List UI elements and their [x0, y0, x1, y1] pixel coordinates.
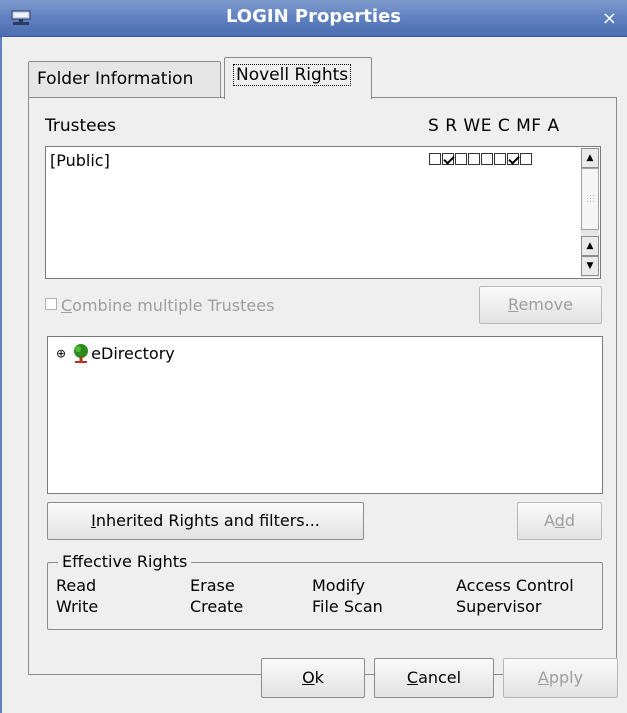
- scroll-down-icon[interactable]: ▼: [581, 256, 599, 276]
- remove-button[interactable]: Remove: [479, 286, 602, 324]
- right-e-checkbox[interactable]: [468, 153, 480, 165]
- right-w-checkbox[interactable]: [455, 153, 467, 165]
- combine-trustees-checkbox[interactable]: Combine multiple Trustees: [45, 296, 274, 315]
- close-icon[interactable]: ×: [602, 8, 617, 29]
- rights-col-4: Access Control Supervisor: [456, 575, 574, 617]
- ok-label: k: [314, 668, 324, 687]
- apply-label: pply: [548, 668, 584, 687]
- remove-mnemonic: R: [508, 295, 519, 314]
- edirectory-tree[interactable]: ⊕ eDirectory: [47, 336, 603, 494]
- apply-mnemonic: A: [537, 668, 549, 687]
- apply-button[interactable]: Apply: [503, 658, 618, 698]
- right-c-checkbox[interactable]: [481, 153, 493, 165]
- ok-mnemonic: O: [302, 668, 315, 687]
- right-r-checkbox[interactable]: [442, 153, 454, 165]
- rights-col-2: Erase Create: [190, 575, 243, 617]
- effective-rights-group: Effective Rights Read Write Erase Create…: [47, 552, 603, 630]
- cancel-label: ancel: [418, 668, 462, 687]
- remove-label: emove: [518, 295, 573, 314]
- right-supervisor: Supervisor: [456, 597, 542, 616]
- window-title: LOGIN Properties: [225, 6, 402, 27]
- combine-label-mnemonic: C: [61, 296, 73, 315]
- rights-column-header: S R WE C MF A: [428, 116, 560, 136]
- effective-rights-legend: Effective Rights: [58, 552, 192, 571]
- right-access-control: Access Control: [456, 576, 574, 595]
- scroll-up-icon[interactable]: ▲: [581, 148, 599, 168]
- inherited-rights-button[interactable]: Inherited Rights and filters...: [47, 502, 364, 540]
- novell-rights-panel: Trustees S R WE C MF A [Public] ▲ ▲ ▼ Co…: [28, 97, 617, 675]
- right-modify: Modify: [312, 576, 366, 595]
- add-label-end: d: [564, 511, 575, 530]
- right-file-scan: File Scan: [312, 597, 383, 616]
- cancel-button[interactable]: Cancel: [374, 658, 494, 698]
- right-write: Write: [56, 597, 99, 616]
- right-a-checkbox[interactable]: [520, 153, 532, 165]
- add-label-start: A: [544, 511, 555, 530]
- tree-icon: [71, 343, 91, 364]
- right-m-checkbox[interactable]: [494, 153, 506, 165]
- add-button[interactable]: Add: [517, 502, 602, 540]
- right-read: Read: [56, 576, 97, 595]
- dialog-body: Folder Information Novell Rights Trustee…: [0, 37, 627, 713]
- tab-novell-rights[interactable]: Novell Rights: [224, 57, 372, 99]
- tree-root-label: eDirectory: [91, 344, 175, 363]
- right-erase: Erase: [190, 576, 235, 595]
- expand-icon[interactable]: ⊕: [56, 347, 66, 361]
- trustee-name[interactable]: [Public]: [50, 151, 110, 170]
- title-bar: LOGIN Properties ×: [0, 0, 627, 37]
- rights-col-3: Modify File Scan: [312, 575, 383, 617]
- cancel-mnemonic: C: [406, 668, 419, 687]
- right-s-checkbox[interactable]: [429, 153, 441, 165]
- trustees-heading: Trustees: [45, 116, 116, 136]
- scroll-thumb[interactable]: [581, 168, 599, 230]
- tree-root-item[interactable]: ⊕ eDirectory: [56, 343, 175, 364]
- trustees-scrollbar[interactable]: ▲ ▲ ▼: [581, 148, 599, 277]
- trustee-rights-checkboxes: [429, 153, 533, 172]
- add-mnemonic: d: [554, 511, 565, 530]
- ok-button[interactable]: Ok: [261, 658, 365, 698]
- right-f-checkbox[interactable]: [507, 153, 519, 165]
- rights-col-1: Read Write: [56, 575, 98, 617]
- combine-label: ombine multiple Trustees: [72, 296, 275, 315]
- inherited-label: nherited Rights and filters...: [95, 511, 320, 530]
- scroll-up-icon[interactable]: ▲: [581, 236, 599, 256]
- tab-label: Folder Information: [37, 69, 194, 89]
- checkbox-box[interactable]: [45, 298, 57, 310]
- right-create: Create: [190, 597, 244, 616]
- trustees-list[interactable]: [Public] ▲ ▲ ▼: [45, 146, 601, 279]
- tab-folder-information[interactable]: Folder Information: [28, 61, 221, 99]
- tab-label: Novell Rights: [233, 64, 352, 86]
